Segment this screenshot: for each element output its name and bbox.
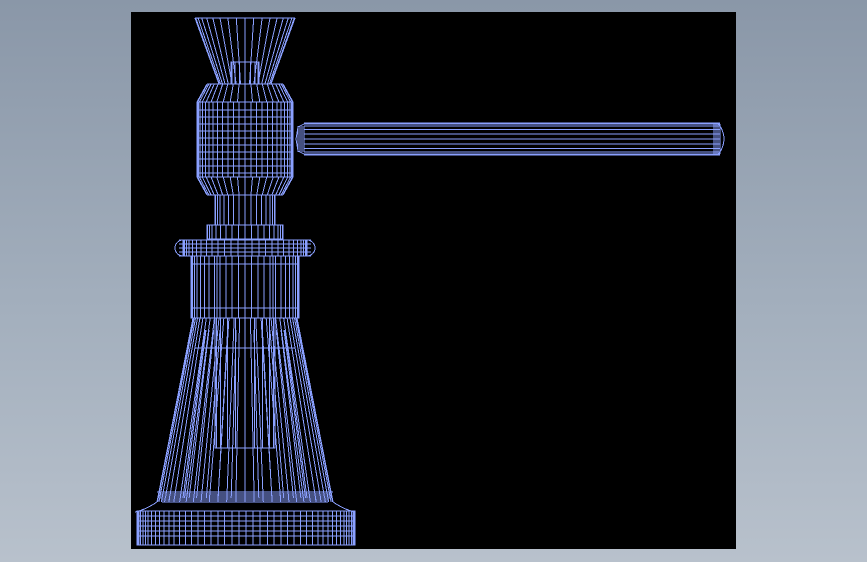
head-block	[266, 83, 274, 103]
head-block	[271, 176, 280, 196]
cad-viewport[interactable]	[131, 12, 736, 549]
head-block	[256, 176, 261, 196]
head-block	[210, 176, 219, 196]
conical-base-inner	[269, 329, 285, 499]
head-block	[222, 83, 229, 103]
conical-base	[235, 317, 241, 503]
head-block	[271, 83, 280, 103]
head-block	[250, 83, 254, 103]
head-block	[229, 176, 234, 196]
head-block	[210, 83, 219, 103]
head-block	[216, 83, 224, 103]
top-cap	[201, 17, 223, 85]
head-block	[261, 83, 268, 103]
conical-base	[249, 317, 255, 503]
head-block	[261, 176, 268, 196]
head-block	[266, 176, 274, 196]
head-block	[229, 83, 234, 103]
head-block	[236, 176, 240, 196]
head-block	[216, 176, 224, 196]
head-block	[222, 176, 229, 196]
head-block	[197, 83, 208, 103]
head-block	[236, 83, 240, 103]
head-block	[256, 83, 261, 103]
head-block	[250, 176, 254, 196]
screw-jack-wireframe-icon	[134, 17, 725, 546]
head-block	[197, 176, 208, 196]
conical-base-inner	[261, 329, 273, 499]
head-block	[282, 83, 294, 103]
head-block	[282, 176, 294, 196]
conical-base-inner	[205, 329, 221, 499]
top-cap	[267, 17, 289, 85]
conical-base-inner	[217, 329, 229, 499]
